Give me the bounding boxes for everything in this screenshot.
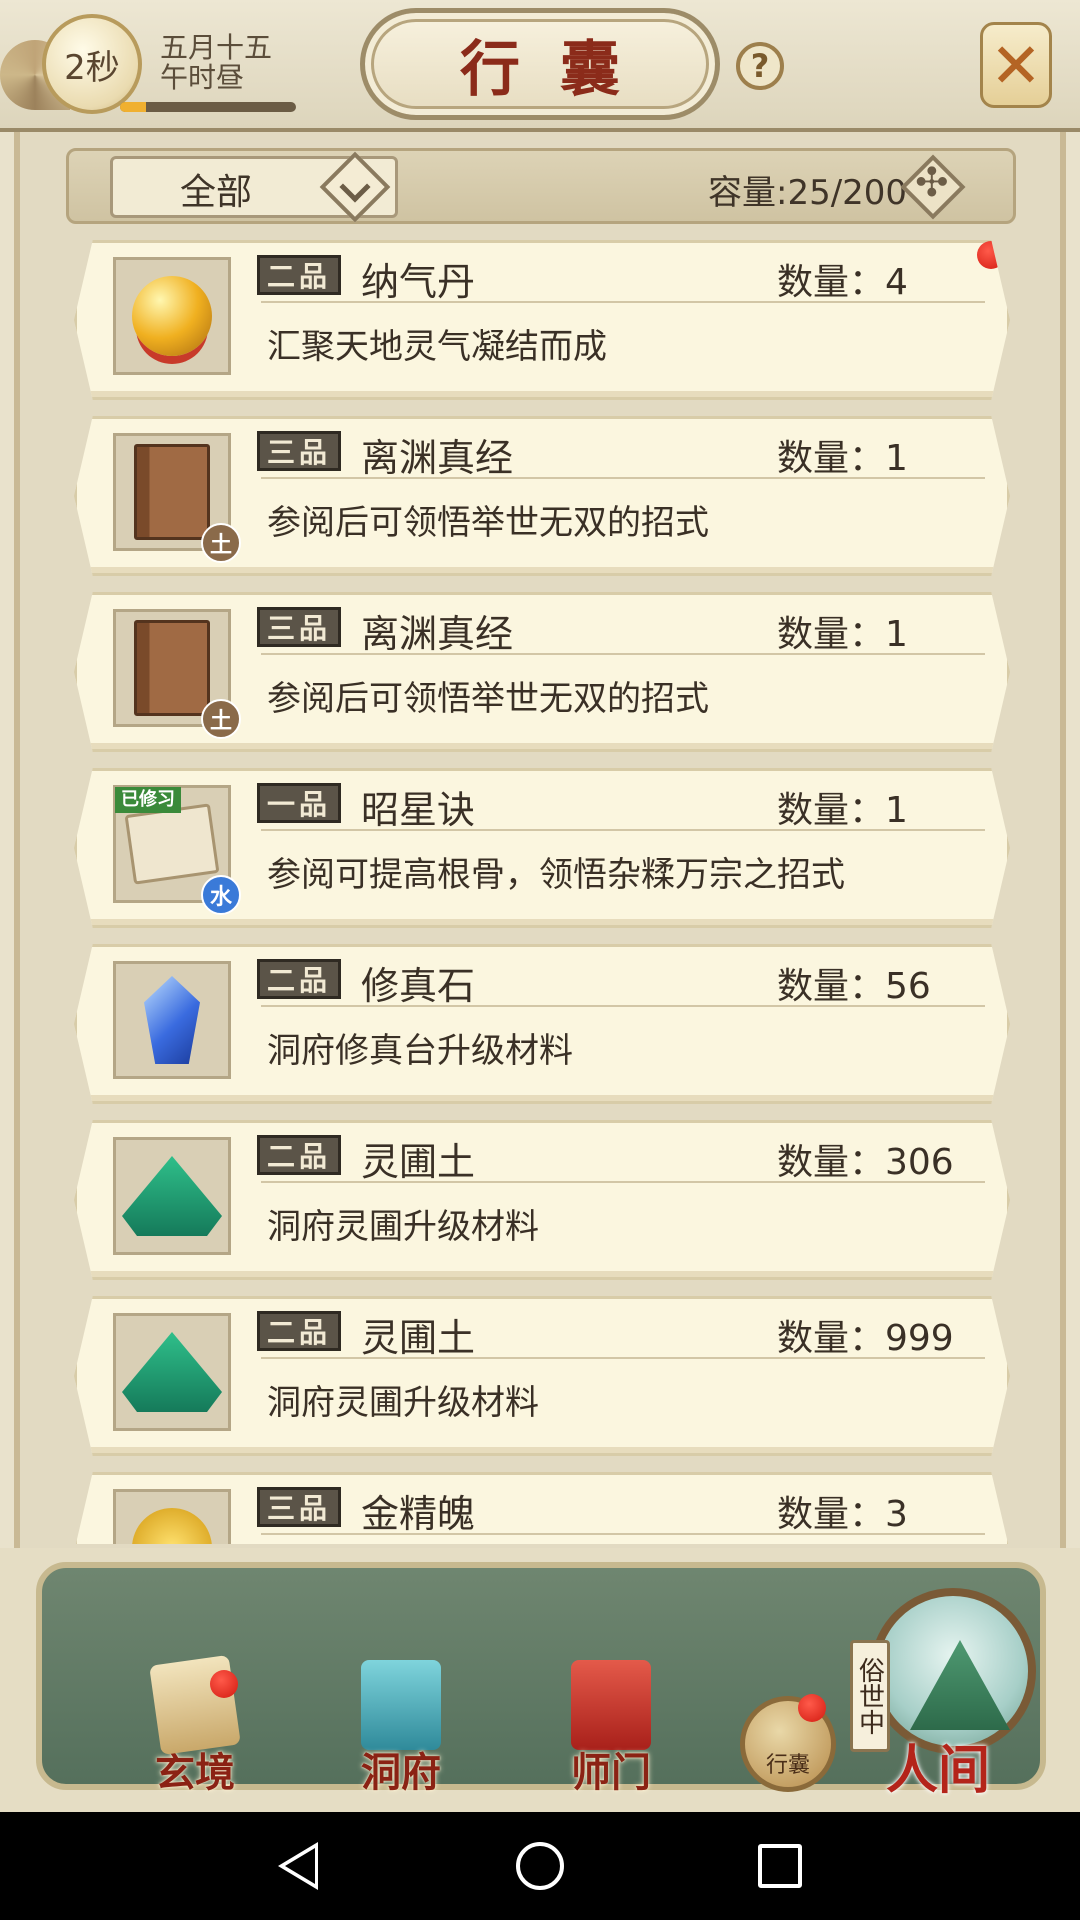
grade-badge: 二品 xyxy=(257,1135,341,1175)
item-quantity: 数量：4 xyxy=(777,262,908,303)
nav-item-shimen[interactable]: 师门 xyxy=(546,1660,676,1800)
page-title: 行囊 xyxy=(460,34,660,105)
grade-badge: 一品 xyxy=(257,783,341,823)
timer-text: 2秒 xyxy=(64,47,120,88)
learned-tag: 已修习 xyxy=(115,787,181,813)
list-item[interactable]: 二品 灵圃土 数量：999 洞府灵圃升级材料 xyxy=(74,1296,1010,1456)
nav-item-dongfu[interactable]: 洞府 xyxy=(336,1660,466,1800)
crystal-icon xyxy=(144,976,200,1064)
divider xyxy=(261,1357,985,1359)
item-name: 修真石 xyxy=(361,964,476,1008)
item-quantity: 数量：1 xyxy=(777,614,908,655)
list-item[interactable]: 二品 修真石 数量：56 洞府修真台升级材料 xyxy=(74,944,1010,1104)
title-plaque: 行囊 xyxy=(360,8,720,120)
timer-progress-fill xyxy=(120,102,147,112)
item-list[interactable]: 二品 纳气丹 数量：4 汇聚天地灵气凝结而成土三品 离渊真经 数量：1 参阅后可领悟举世无双… xyxy=(64,236,1020,1544)
item-icon-box xyxy=(113,1137,231,1255)
item-quantity: 数量：1 xyxy=(777,438,908,479)
notification-dot xyxy=(210,1670,238,1698)
item-name: 纳气丹 xyxy=(361,260,476,304)
mound-icon xyxy=(122,1332,222,1412)
divider xyxy=(261,829,985,831)
book-icon xyxy=(134,620,210,716)
item-name: 灵圃土 xyxy=(361,1140,476,1184)
list-item[interactable]: 三品金精魄数量：3天地万物之精魄，取之可强化金灵根，助天 xyxy=(74,1472,1010,1544)
divider xyxy=(261,653,985,655)
list-item[interactable]: 二品 纳气丹 数量：4 汇聚天地灵气凝结而成 xyxy=(74,240,1010,400)
timer-badge[interactable]: 2秒 xyxy=(42,14,142,114)
item-name: 灵圃土 xyxy=(361,1316,476,1360)
book-icon xyxy=(134,444,210,540)
item-description: 参阅后可领悟举世无双的招式 xyxy=(267,679,709,719)
item-quantity: 数量：1 xyxy=(777,790,908,831)
element-badge: 水 xyxy=(201,875,241,915)
item-name: 离渊真经 xyxy=(361,612,514,656)
orb-icon xyxy=(132,276,212,356)
grade-badge: 二品 xyxy=(257,959,341,999)
item-icon-box xyxy=(113,961,231,1079)
home-icon[interactable] xyxy=(516,1842,564,1890)
item-quantity: 数量：306 xyxy=(777,1142,954,1183)
item-icon-box xyxy=(113,1489,231,1544)
move-icon: ✣ xyxy=(915,160,949,206)
list-item[interactable]: 土 三品 离渊真经 数量：1 参阅后可领悟举世无双的招式 xyxy=(74,592,1010,752)
item-name: 金精魄 xyxy=(361,1492,476,1536)
help-button[interactable]: ? xyxy=(736,42,784,90)
list-item[interactable]: 已修习水 一品 昭星诀 数量：1 参阅可提高根骨，领悟杂糅万宗之招式 xyxy=(74,768,1010,928)
time-period-text: 午时昼 xyxy=(160,61,245,94)
mound-icon xyxy=(122,1156,222,1236)
close-button[interactable]: ✕ xyxy=(980,22,1052,108)
item-name: 昭星诀 xyxy=(361,788,476,832)
item-description: 汇聚天地灵气凝结而成 xyxy=(267,327,607,367)
grade-badge: 三品 xyxy=(257,431,341,471)
question-icon: ? xyxy=(750,47,770,85)
item-description: 参阅可提高根骨，领悟杂糅万宗之招式 xyxy=(267,855,845,895)
nav-label-shimen: 师门 xyxy=(571,1749,651,1796)
divider xyxy=(261,477,985,479)
item-quantity: 数量：999 xyxy=(777,1318,954,1359)
list-item[interactable]: 二品 灵圃土 数量：306 洞府灵圃升级材料 xyxy=(74,1120,1010,1280)
divider xyxy=(261,1181,985,1183)
scroll-icon xyxy=(124,803,220,885)
pavilion-icon xyxy=(361,1660,441,1750)
recent-apps-icon[interactable] xyxy=(758,1844,802,1888)
item-quantity: 数量：3 xyxy=(777,1494,908,1535)
divider xyxy=(261,1005,985,1007)
timer-progress-bar xyxy=(120,102,296,112)
world-label: 人间 xyxy=(886,1740,991,1801)
notification-dot xyxy=(798,1694,826,1722)
divider xyxy=(261,1533,985,1535)
filter-label: 全部 xyxy=(180,172,253,213)
close-icon: ✕ xyxy=(990,28,1042,102)
capacity-text: 容量:25/200 xyxy=(708,173,908,213)
list-item[interactable]: 土 三品 离渊真经 数量：1 参阅后可领悟举世无双的招式 xyxy=(74,416,1010,576)
item-description: 洞府灵圃升级材料 xyxy=(267,1383,539,1423)
gold-icon xyxy=(132,1508,212,1544)
notification-dot xyxy=(977,241,1005,269)
nav-label-dongfu: 洞府 xyxy=(361,1749,441,1796)
grade-badge: 三品 xyxy=(257,1487,341,1527)
world-status-tag: 俗世中 xyxy=(850,1640,890,1752)
nav-item-xuanjing[interactable]: 玄境 xyxy=(130,1654,260,1800)
grade-badge: 三品 xyxy=(257,607,341,647)
grade-badge: 二品 xyxy=(257,1311,341,1351)
back-icon-inner xyxy=(285,1848,315,1884)
item-description: 洞府灵圃升级材料 xyxy=(267,1207,539,1247)
item-description: 参阅后可领悟举世无双的招式 xyxy=(267,503,709,543)
item-icon-box xyxy=(113,1313,231,1431)
element-badge: 土 xyxy=(201,523,241,563)
grade-badge: 二品 xyxy=(257,255,341,295)
nav-label-bag: 行囊 xyxy=(765,1753,810,1778)
item-icon-box xyxy=(113,257,231,375)
banner-icon xyxy=(571,1660,651,1750)
item-quantity: 数量：56 xyxy=(777,966,931,1007)
item-description: 洞府修真台升级材料 xyxy=(267,1031,573,1071)
element-badge: 土 xyxy=(201,699,241,739)
divider xyxy=(261,301,985,303)
item-name: 离渊真经 xyxy=(361,436,514,480)
